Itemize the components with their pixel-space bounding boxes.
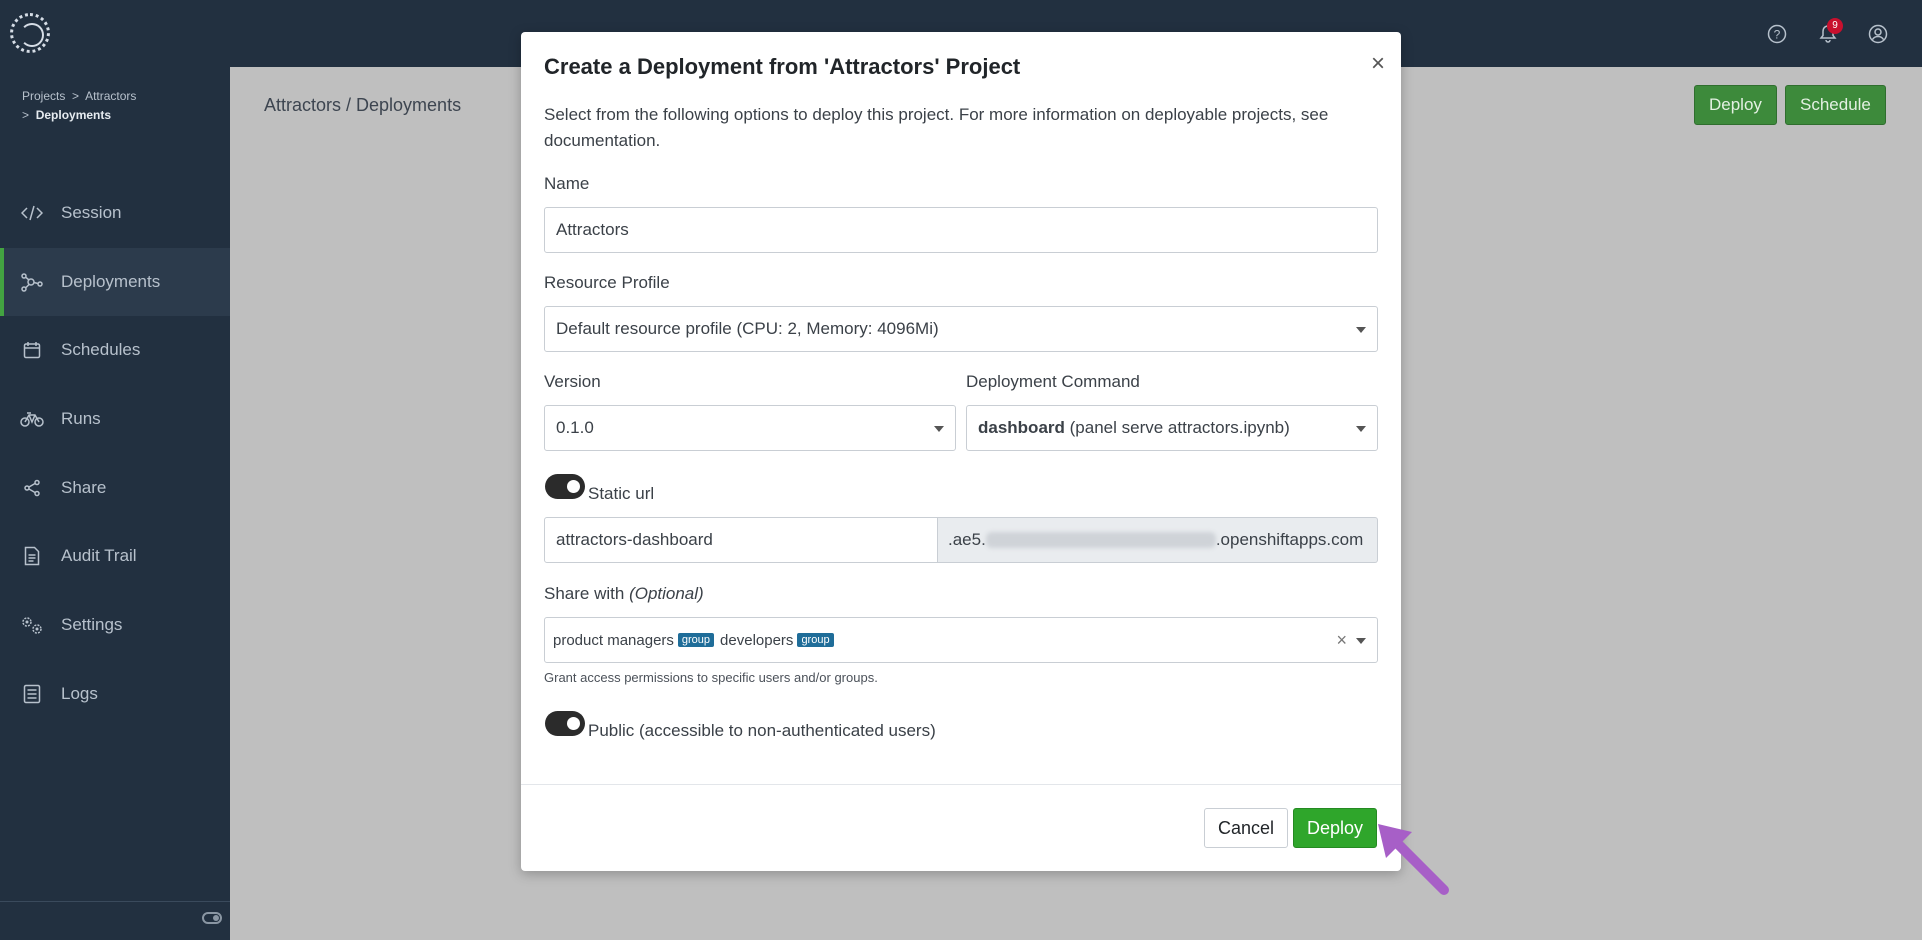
breadcrumb-project-link[interactable]: Attractors bbox=[85, 89, 136, 103]
cancel-button[interactable]: Cancel bbox=[1204, 808, 1289, 848]
static-url-toggle[interactable] bbox=[545, 474, 585, 499]
sidebar-item-logs[interactable]: Logs bbox=[0, 660, 230, 728]
sidebar-item-audit-trail[interactable]: Audit Trail bbox=[0, 522, 230, 590]
breadcrumb-current: Deployments bbox=[35, 108, 112, 122]
command-name: dashboard bbox=[978, 418, 1065, 437]
chevron-down-icon bbox=[1356, 327, 1366, 333]
header-schedule-button[interactable]: Schedule bbox=[1785, 85, 1886, 125]
static-url-label: Static url bbox=[588, 484, 655, 503]
share-help-text: Grant access permissions to specific use… bbox=[544, 670, 878, 685]
share-optional-text: (Optional) bbox=[629, 584, 704, 603]
public-label: Public (accessible to non-authenticated … bbox=[588, 721, 936, 740]
resource-profile-label: Resource Profile bbox=[544, 273, 670, 292]
calendar-icon bbox=[20, 338, 44, 362]
sidebar-divider bbox=[0, 901, 230, 902]
sidebar-item-deployments[interactable]: Deployments bbox=[0, 248, 230, 316]
header-deploy-button[interactable]: Deploy bbox=[1694, 85, 1777, 125]
version-label: Version bbox=[544, 372, 601, 391]
public-toggle[interactable] bbox=[545, 711, 585, 736]
command-detail: (panel serve attractors.ipynb) bbox=[1069, 418, 1290, 437]
sidebar-item-session[interactable]: Session bbox=[0, 179, 230, 247]
resource-profile-value: Default resource profile (CPU: 2, Memory… bbox=[556, 319, 939, 338]
sidebar-item-settings[interactable]: Settings bbox=[0, 591, 230, 659]
chevron-down-icon[interactable] bbox=[1356, 638, 1366, 644]
share-chip[interactable]: product managers group bbox=[553, 631, 715, 649]
code-icon bbox=[20, 201, 44, 225]
share-with-text: Share with bbox=[544, 584, 625, 603]
share-with-label: Share with (Optional) bbox=[544, 584, 704, 604]
chevron-down-icon bbox=[1356, 426, 1366, 432]
name-field[interactable]: Attractors bbox=[544, 207, 1378, 253]
domain-suffix: .openshiftapps.com bbox=[1215, 530, 1364, 549]
sidebar-item-label: Runs bbox=[61, 409, 101, 428]
group-tag: group bbox=[677, 633, 715, 647]
redacted-cluster-id bbox=[985, 532, 1216, 548]
share-with-select[interactable]: product managers group developers group … bbox=[544, 617, 1378, 663]
breadcrumb-separator: > bbox=[22, 108, 30, 122]
help-icon[interactable]: ? bbox=[1767, 24, 1787, 44]
version-select[interactable]: 0.1.0 bbox=[544, 405, 956, 451]
breadcrumb-separator: > bbox=[72, 89, 80, 103]
version-value: 0.1.0 bbox=[556, 418, 594, 437]
deployment-command-label: Deployment Command bbox=[966, 372, 1140, 391]
deploy-button[interactable]: Deploy bbox=[1293, 808, 1378, 848]
modal-title: Create a Deployment from 'Attractors' Pr… bbox=[544, 54, 1021, 79]
chevron-down-icon bbox=[934, 426, 944, 432]
resource-profile-select[interactable]: Default resource profile (CPU: 2, Memory… bbox=[544, 306, 1378, 352]
sidebar-item-runs[interactable]: Runs bbox=[0, 385, 230, 453]
sidebar-item-label: Schedules bbox=[61, 340, 141, 359]
create-deployment-modal: Create a Deployment from 'Attractors' Pr… bbox=[521, 32, 1401, 871]
chip-label: developers bbox=[720, 631, 794, 649]
pointer-arrow-icon bbox=[1378, 824, 1449, 895]
sidebar-item-label: Session bbox=[61, 203, 122, 222]
clear-icon[interactable]: × bbox=[1336, 630, 1347, 651]
name-label: Name bbox=[544, 174, 590, 193]
deployments-icon bbox=[20, 270, 44, 294]
sidebar-item-label: Deployments bbox=[61, 272, 161, 291]
chip-label: product managers bbox=[553, 631, 674, 649]
modal-description: Select from the following options to dep… bbox=[544, 105, 1329, 150]
app-logo[interactable] bbox=[10, 13, 50, 53]
name-field-value: Attractors bbox=[556, 220, 629, 239]
sidebar-item-label: Logs bbox=[61, 684, 98, 703]
share-chip[interactable]: developers group bbox=[720, 632, 834, 649]
bike-icon bbox=[20, 407, 44, 431]
breadcrumb-projects-link[interactable]: Projects bbox=[22, 89, 65, 103]
domain-prefix: .ae5. bbox=[948, 530, 986, 549]
sidebar-collapse-toggle[interactable] bbox=[202, 912, 222, 924]
sidebar-item-schedules[interactable]: Schedules bbox=[0, 316, 230, 384]
sidebar: Projects > Attractors > Deployments Sess… bbox=[0, 67, 230, 940]
page-breadcrumb: Attractors / Deployments bbox=[264, 95, 462, 115]
modal-footer-divider bbox=[521, 784, 1401, 785]
deployment-command-select[interactable]: dashboard (panel serve attractors.ipynb) bbox=[966, 405, 1378, 451]
user-icon[interactable] bbox=[1868, 24, 1888, 44]
group-tag: group bbox=[797, 633, 834, 647]
static-url-domain: .ae5. .openshiftapps.com bbox=[938, 517, 1378, 563]
gears-icon bbox=[20, 613, 44, 637]
logs-icon bbox=[20, 682, 44, 706]
sidebar-breadcrumb: Projects > Attractors > Deployments bbox=[22, 87, 136, 125]
notification-badge: 9 bbox=[1827, 18, 1843, 34]
static-url-input[interactable]: attractors-dashboard bbox=[544, 517, 938, 563]
svg-text:?: ? bbox=[1774, 28, 1781, 42]
document-icon bbox=[20, 544, 44, 568]
sidebar-item-label: Share bbox=[61, 478, 107, 497]
sidebar-item-label: Audit Trail bbox=[61, 546, 137, 565]
static-url-value: attractors-dashboard bbox=[556, 530, 713, 549]
close-icon[interactable]: × bbox=[1371, 52, 1385, 76]
share-icon bbox=[20, 476, 44, 500]
sidebar-item-label: Settings bbox=[61, 615, 123, 634]
sidebar-item-share[interactable]: Share bbox=[0, 454, 230, 522]
